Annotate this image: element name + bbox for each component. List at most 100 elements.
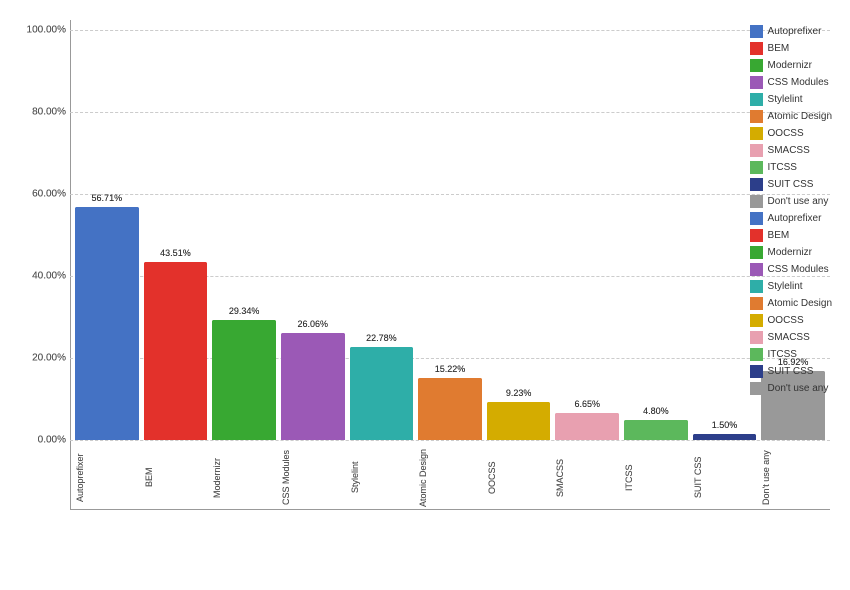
x-axis-label: SUIT CSS (693, 445, 757, 510)
legend-item: CSS Modules (750, 263, 832, 276)
bar (75, 207, 139, 440)
legend-label: Atomic Design (768, 111, 832, 122)
y-axis-line (70, 20, 71, 510)
legend-item: Atomic Design (750, 297, 832, 310)
legend-item: SMACSS (750, 144, 832, 157)
legend-color-box (750, 280, 763, 293)
legend-item: Modernizr (750, 59, 832, 72)
bar-value-label: 26.06% (281, 319, 345, 329)
legend-color-box (750, 331, 763, 344)
legend-label: ITCSS (768, 349, 797, 360)
bar-value-label: 6.65% (555, 399, 619, 409)
legend-color-box (750, 178, 763, 191)
bar-value-label: 1.50% (693, 420, 757, 430)
legend-item: OOCSS (750, 314, 832, 327)
legend-color-box (750, 314, 763, 327)
legend-label: CSS Modules (768, 77, 829, 88)
legend-color-box (750, 42, 763, 55)
bar-value-label: 43.51% (144, 248, 208, 258)
legend-label: Autoprefixer (768, 213, 822, 224)
legend-color-box (750, 348, 763, 361)
x-axis-label: Autoprefixer (75, 445, 139, 510)
legend-item: Stylelint (750, 93, 832, 106)
legend-color-box (750, 229, 763, 242)
legend-item: Don't use any (750, 195, 832, 208)
legend-label: Don't use any (768, 383, 829, 394)
legend-label: BEM (768, 43, 790, 54)
legend-color-box (750, 246, 763, 259)
x-axis-label: BEM (144, 445, 208, 510)
legend-color-box (750, 365, 763, 378)
bar-value-label: 29.34% (212, 306, 276, 316)
legend-label: ITCSS (768, 162, 797, 173)
x-axis-label: SMACSS (555, 445, 619, 510)
legend-item: Don't use any (750, 382, 832, 395)
legend-label: Autoprefixer (768, 26, 822, 37)
legend-label: OOCSS (768, 315, 804, 326)
grid-label: 60.00% (22, 189, 66, 200)
bar (281, 333, 345, 440)
legend-label: SMACSS (768, 332, 810, 343)
legend-color-box (750, 93, 763, 106)
x-axis-label: OOCSS (487, 445, 551, 510)
legend-label: Stylelint (768, 281, 803, 292)
grid-line (70, 194, 830, 195)
grid-label: 80.00% (22, 107, 66, 118)
grid-and-bars: 100.00%80.00%60.00%40.00%20.00%0.00%56.7… (70, 20, 830, 510)
bar (144, 262, 208, 440)
bar-value-label: 15.22% (418, 364, 482, 374)
bar (212, 320, 276, 440)
legend-item: Stylelint (750, 280, 832, 293)
legend-item: BEM (750, 229, 832, 242)
bar (693, 434, 757, 440)
x-axis-label: CSS Modules (281, 445, 345, 510)
legend-item: SUIT CSS (750, 365, 832, 378)
grid-line (70, 30, 830, 31)
legend-label: BEM (768, 230, 790, 241)
bar (624, 420, 688, 440)
legend-color-box (750, 127, 763, 140)
legend-label: SMACSS (768, 145, 810, 156)
legend-color-box (750, 76, 763, 89)
legend-item: Modernizr (750, 246, 832, 259)
legend-item: Atomic Design (750, 110, 832, 123)
legend-item: Autoprefixer (750, 25, 832, 38)
legend-item: OOCSS (750, 127, 832, 140)
bar (487, 402, 551, 440)
legend-label: SUIT CSS (768, 179, 814, 190)
legend-label: OOCSS (768, 128, 804, 139)
legend-item: BEM (750, 42, 832, 55)
bar (350, 347, 414, 440)
legend-label: Atomic Design (768, 298, 832, 309)
bar-value-label: 4.80% (624, 406, 688, 416)
legend-color-box (750, 382, 763, 395)
legend-color-box (750, 144, 763, 157)
grid-label: 0.00% (22, 435, 66, 446)
legend-label: Modernizr (768, 247, 812, 258)
legend-item: SUIT CSS (750, 178, 832, 191)
legend-color-box (750, 110, 763, 123)
legend-label: SUIT CSS (768, 366, 814, 377)
legend-label: CSS Modules (768, 264, 829, 275)
legend-label: Don't use any (768, 196, 829, 207)
legend-item: SMACSS (750, 331, 832, 344)
legend-item: CSS Modules (750, 76, 832, 89)
grid-label: 40.00% (22, 271, 66, 282)
legend-color-box (750, 59, 763, 72)
bar-value-label: 9.23% (487, 388, 551, 398)
x-axis-label: ITCSS (624, 445, 688, 510)
bar (555, 413, 619, 440)
grid-line (70, 440, 830, 441)
legend-label: Modernizr (768, 60, 812, 71)
legend-color-box (750, 161, 763, 174)
bar-value-label: 22.78% (350, 333, 414, 343)
bar (418, 378, 482, 440)
legend-item: ITCSS (750, 161, 832, 174)
x-axis-label: Don't use any (761, 445, 825, 510)
legend-color-box (750, 263, 763, 276)
legend-color-box (750, 25, 763, 38)
legend-item: ITCSS (750, 348, 832, 361)
grid-line (70, 112, 830, 113)
chart-container: 100.00%80.00%60.00%40.00%20.00%0.00%56.7… (0, 0, 850, 590)
legend-color-box (750, 297, 763, 310)
